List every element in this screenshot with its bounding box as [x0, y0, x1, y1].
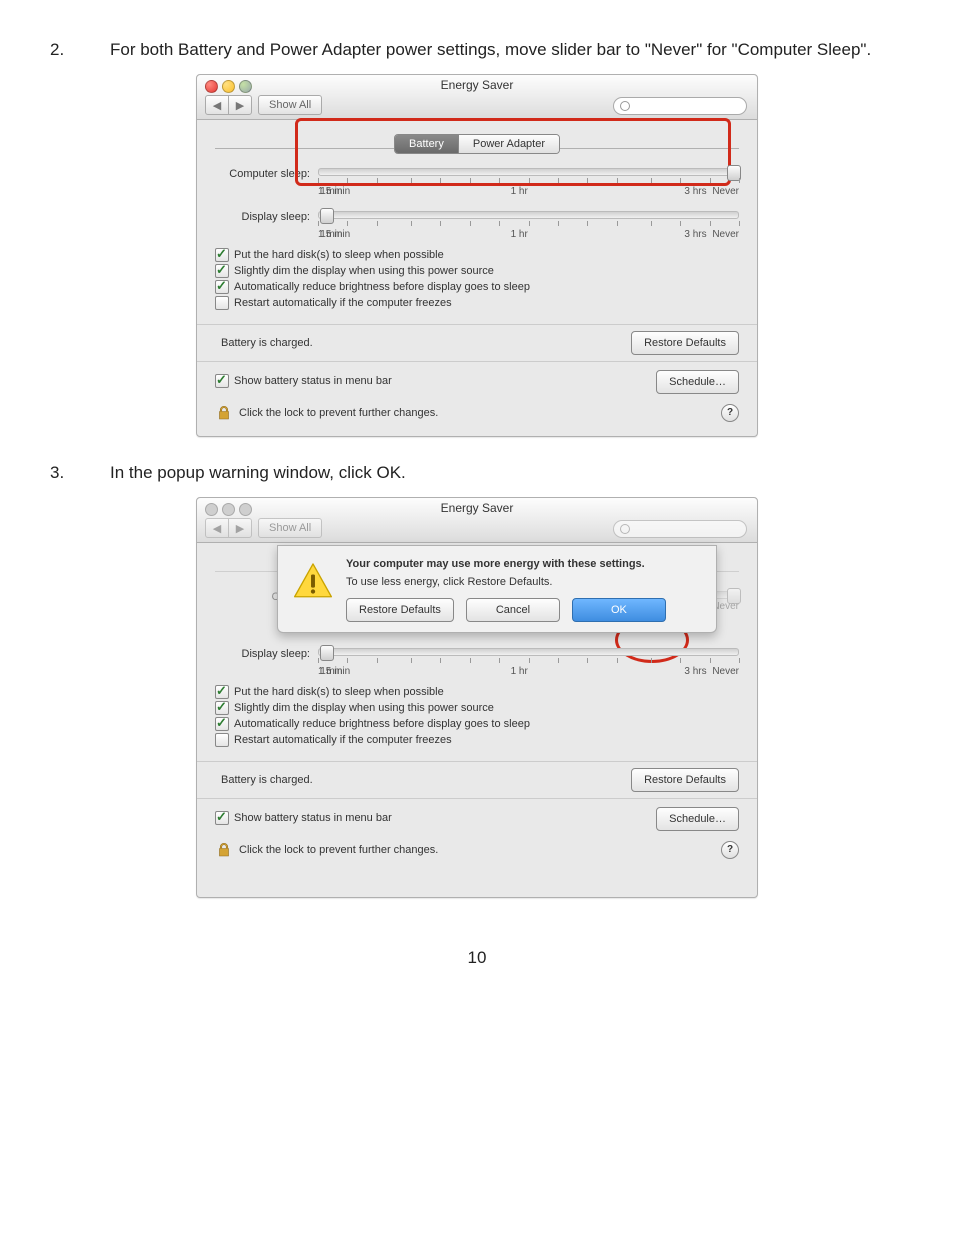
back-icon: ◀ [206, 519, 229, 537]
slider-marks: 1 min 15 min 1 hr 3 hrs Never [318, 229, 739, 240]
computer-sleep-label: Computer sleep: [215, 168, 318, 180]
schedule-button[interactable]: Schedule… [656, 807, 739, 831]
schedule-button[interactable]: Schedule… [656, 370, 739, 394]
status-row: Battery is charged. Restore Defaults [197, 324, 757, 362]
show-all-button: Show All [258, 518, 322, 538]
toolbar: ◀ ▶ Show All [205, 518, 322, 538]
help-button[interactable]: ? [721, 841, 739, 859]
lock-icon[interactable] [215, 404, 233, 422]
power-source-tabs[interactable]: Battery Power Adapter [394, 134, 560, 154]
checkbox-hd-sleep[interactable] [215, 248, 229, 262]
warning-dialog: Your computer may use more energy with t… [277, 545, 717, 633]
search-input [613, 520, 747, 538]
step-2: 2. For both Battery and Power Adapter po… [50, 40, 904, 60]
dialog-body: To use less energy, click Restore Defaul… [346, 576, 666, 588]
nav-buttons[interactable]: ◀ ▶ [205, 95, 252, 115]
page-number: 10 [50, 948, 904, 968]
dialog-restore-button[interactable]: Restore Defaults [346, 598, 454, 622]
screenshot-2: Energy Saver ◀ ▶ Show All BatteryPower A… [50, 497, 904, 898]
window-body: Battery Power Adapter Computer sleep: [197, 120, 757, 436]
display-sleep-slider[interactable] [318, 648, 739, 656]
display-sleep-label: Display sleep: [215, 211, 318, 223]
titlebar: Energy Saver ◀ ▶ Show All [197, 75, 757, 120]
help-button[interactable]: ? [721, 404, 739, 422]
step-3: 3. In the popup warning window, click OK… [50, 463, 904, 483]
tab-battery[interactable]: Battery [395, 135, 459, 153]
lock-icon[interactable] [215, 841, 233, 859]
titlebar: Energy Saver ◀ ▶ Show All [197, 498, 757, 543]
options-checkboxes: Put the hard disk(s) to sleep when possi… [215, 248, 739, 310]
checkbox-dim[interactable] [215, 264, 229, 278]
restore-defaults-button[interactable]: Restore Defaults [631, 331, 739, 355]
window-body: BatteryPower Adapter Comput Never [197, 543, 757, 897]
dialog-heading: Your computer may use more energy with t… [346, 558, 666, 570]
checkbox-menu-bar[interactable] [215, 374, 229, 388]
checkbox-dim[interactable] [215, 701, 229, 715]
dialog-ok-button[interactable]: OK [572, 598, 666, 622]
step-text: For both Battery and Power Adapter power… [110, 40, 904, 60]
show-all-button[interactable]: Show All [258, 95, 322, 115]
checkbox-hd-sleep[interactable] [215, 685, 229, 699]
checkbox-menu-bar[interactable] [215, 811, 229, 825]
lock-row: Click the lock to prevent further change… [215, 398, 739, 426]
screenshot-1: Energy Saver ◀ ▶ Show All Battery Power … [50, 74, 904, 437]
computer-sleep-slider[interactable] [318, 168, 739, 176]
energy-saver-window: Energy Saver ◀ ▶ Show All Battery Power … [196, 74, 758, 437]
back-icon[interactable]: ◀ [206, 96, 229, 114]
display-sleep-row: Display sleep: 1 min 15 min [215, 648, 739, 677]
search-input[interactable] [613, 97, 747, 115]
energy-saver-window-dialog: Energy Saver ◀ ▶ Show All BatteryPower A… [196, 497, 758, 898]
window-title: Energy Saver [197, 501, 757, 515]
window-title: Energy Saver [197, 78, 757, 92]
forward-icon: ▶ [229, 519, 251, 537]
forward-icon[interactable]: ▶ [229, 96, 251, 114]
nav-buttons: ◀ ▶ [205, 518, 252, 538]
checkbox-brightness[interactable] [215, 280, 229, 294]
slider-marks: 1 min 15 min 1 hr 3 hrs Never [318, 186, 739, 197]
checkbox-restart[interactable] [215, 733, 229, 747]
step-text: In the popup warning window, click OK. [110, 463, 904, 483]
tab-power-adapter[interactable]: Power Adapter [459, 135, 559, 153]
checkbox-restart[interactable] [215, 296, 229, 310]
step-number: 3. [50, 463, 110, 483]
display-sleep-slider[interactable] [318, 211, 739, 219]
display-sleep-row: Display sleep: 1 min 15 min [215, 211, 739, 240]
footer-row: Show battery status in menu bar Schedule… [215, 362, 739, 398]
toolbar: ◀ ▶ Show All [205, 95, 322, 115]
computer-sleep-row: Computer sleep: 1 min 15 min [215, 168, 739, 197]
battery-status: Battery is charged. [221, 337, 313, 349]
restore-defaults-button[interactable]: Restore Defaults [631, 768, 739, 792]
warning-icon [292, 560, 334, 602]
checkbox-brightness[interactable] [215, 717, 229, 731]
step-number: 2. [50, 40, 110, 60]
dialog-cancel-button[interactable]: Cancel [466, 598, 560, 622]
lock-text: Click the lock to prevent further change… [239, 407, 438, 419]
